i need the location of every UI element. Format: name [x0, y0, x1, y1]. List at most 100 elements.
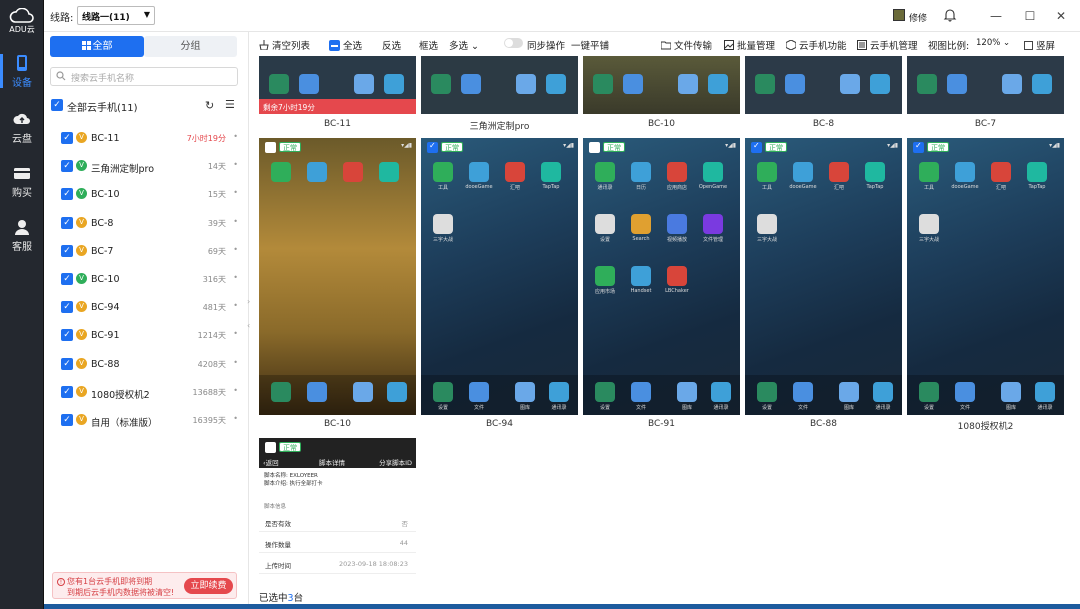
rail-item-buy[interactable]: 购买 [0, 160, 44, 202]
phone-checkbox[interactable] [265, 142, 276, 153]
tab-all[interactable]: 全部 [50, 36, 144, 57]
phone-card[interactable]: 正常 ▾◢▮ [259, 138, 416, 415]
more-dot-icon[interactable]: • [233, 414, 238, 423]
device-list-item[interactable]: ✓ V 1080授权机2 13688天 • [56, 382, 240, 402]
rail-item-cloud-disk[interactable]: 云盘 [0, 106, 44, 148]
device-checkbox[interactable]: ✓ [61, 301, 73, 314]
device-list-item[interactable]: ✓ V 自用（标准版） 16395天 • [56, 410, 240, 430]
cloud-func-label: 云手机功能 [799, 41, 847, 52]
maximize-button[interactable]: ☐ [1020, 6, 1040, 26]
device-list-item[interactable]: ✓ V BC-94 481天 • [56, 297, 240, 317]
renew-button[interactable]: 立即续费 [184, 578, 233, 594]
phone-card[interactable]: 正常 ▾◢▮ 通讯录 日历 应用商店 OpenGame 设置 Search 视频播放 文件管理… [583, 138, 740, 415]
portrait-checkbox[interactable]: 竖屏 [1024, 38, 1055, 52]
phone-card[interactable]: 正常 ▾◢▮ 工具 dooeGame 汇吧 TapTap 三宇大战设置 文件 图库 通讯录 [421, 138, 578, 415]
selected-count: 已选中3台 [259, 590, 303, 604]
device-checkbox[interactable]: ✓ [61, 273, 73, 285]
cloud-func-button[interactable]: 云手机功能 [786, 38, 847, 52]
phone-card-script[interactable]: 正常 ‹返回 脚本详情 分享脚本ID 脚本名称: EXLOYEER 脚本介绍: … [259, 438, 416, 576]
phone-card-top[interactable]: 剩余7小时19分 [259, 56, 416, 114]
phone-checkbox[interactable] [265, 442, 276, 453]
device-list-item[interactable]: ✓ V BC-8 39天 • [56, 213, 240, 233]
device-list-item[interactable]: ✓ V BC-10 15天 • [56, 184, 240, 204]
tile-button[interactable]: 一键平铺 [571, 38, 609, 52]
route-select[interactable]: 线路一(11) ▼ [77, 6, 155, 25]
device-checkbox[interactable]: ✓ [61, 216, 73, 229]
select-all-button[interactable]: 全选 [329, 38, 362, 52]
app-icon [757, 162, 777, 182]
device-checkbox[interactable]: ✓ [61, 329, 73, 342]
more-dot-icon[interactable]: • [233, 358, 238, 367]
phone-checkbox[interactable] [427, 141, 438, 153]
script-row-key: 是否有效 [265, 520, 291, 528]
phone-card-top[interactable] [583, 56, 740, 114]
device-checkbox[interactable]: ✓ [61, 132, 73, 144]
device-list-item[interactable]: ✓ V BC-88 4208天 • [56, 354, 240, 374]
more-dot-icon[interactable]: • [233, 160, 238, 169]
user-name[interactable]: 修修 [909, 11, 927, 24]
more-dot-icon[interactable]: • [233, 329, 238, 338]
device-name: BC-10 [91, 189, 120, 201]
dock-label: 文件 [959, 405, 970, 411]
app-icon [461, 74, 481, 94]
device-list-item[interactable]: ✓ V 三角洲定制pro 14天 • [56, 156, 240, 176]
phone-checkbox[interactable] [751, 141, 762, 153]
device-list-item[interactable]: ✓ V BC-11 7小时19分 • [56, 128, 240, 148]
phone-card[interactable]: 正常 ▾◢▮ 工具 dooeGame 汇吧 TapTap 三宇大战设置 文件 图库 通讯录 [745, 138, 902, 415]
bell-icon[interactable] [943, 8, 957, 22]
sort-icon[interactable]: ☰ [225, 98, 235, 111]
phone-caption: BC-91 [648, 419, 675, 429]
invert-button[interactable]: 反选 [382, 38, 401, 52]
more-dot-icon[interactable]: • [233, 188, 238, 197]
dock-app-icon [873, 382, 893, 402]
more-dot-icon[interactable]: • [233, 301, 238, 310]
sync-toggle[interactable] [504, 38, 523, 48]
device-checkbox[interactable]: ✓ [61, 357, 73, 370]
box-select-button[interactable]: 框选 [419, 38, 438, 52]
device-checkbox[interactable]: ✓ [61, 188, 73, 201]
phone-checkbox[interactable] [589, 142, 600, 153]
refresh-icon[interactable]: ↻ [205, 99, 214, 112]
minimize-button[interactable]: — [986, 6, 1006, 26]
multi-select-dropdown[interactable]: 多选 ⌄ [449, 38, 479, 52]
device-checkbox[interactable]: ✓ [61, 160, 73, 173]
rail-item-support[interactable]: 客服 [0, 214, 44, 256]
more-dot-icon[interactable]: • [233, 386, 238, 395]
collapse-handle[interactable]: › ‹ [247, 296, 255, 344]
tab-group[interactable]: 分组 [144, 36, 237, 57]
clear-list-button[interactable]: 清空列表 [259, 38, 310, 52]
rail-item-devices[interactable]: 设备 [0, 50, 44, 92]
device-list-item[interactable]: ✓ V BC-7 69天 • [56, 241, 240, 261]
vip-badge-icon: V [76, 132, 87, 143]
active-indicator [0, 54, 3, 88]
more-dot-icon[interactable]: • [233, 217, 238, 226]
app-label: 设置 [599, 237, 610, 243]
ratio-select[interactable]: 120% ⌄ [976, 38, 1010, 48]
device-checkbox[interactable]: ✓ [61, 244, 73, 257]
file-transfer-button[interactable]: 文件传输 [661, 38, 712, 52]
cloud-manage-button[interactable]: 云手机管理 [857, 38, 918, 52]
more-dot-icon[interactable]: • [233, 245, 238, 254]
batch-manage-button[interactable]: 批量管理 [724, 38, 775, 52]
dock-app-icon [793, 382, 813, 402]
close-button[interactable]: ✕ [1051, 6, 1071, 26]
device-list-item[interactable]: ✓ V BC-91 1214天 • [56, 325, 240, 345]
search-placeholder: 搜索云手机名称 [71, 74, 135, 84]
device-checkbox[interactable]: ✓ [61, 385, 73, 398]
avatar[interactable] [893, 9, 905, 21]
phone-card[interactable]: 正常 ▾◢▮ 工具 dooeGame 汇吧 TapTap 三宇大战设置 文件 图库 通讯录 [907, 138, 1064, 415]
more-dot-icon[interactable]: • [233, 132, 238, 141]
phone-card-top[interactable] [421, 56, 578, 114]
back-link[interactable]: ‹返回 [263, 457, 279, 467]
signal-icon: ▾◢▮ [725, 142, 736, 149]
phone-checkbox[interactable] [913, 141, 924, 153]
phone-card-top[interactable] [745, 56, 902, 114]
share-link[interactable]: 分享脚本ID [379, 457, 412, 467]
select-all-checkbox[interactable]: ✓ [51, 99, 63, 111]
more-dot-icon[interactable]: • [233, 273, 238, 282]
app-icon [919, 162, 939, 182]
device-checkbox[interactable]: ✓ [61, 414, 73, 426]
device-list-item[interactable]: ✓ V BC-10 316天 • [56, 269, 240, 289]
search-input[interactable]: 搜索云手机名称 [50, 67, 238, 86]
phone-card-top[interactable] [907, 56, 1064, 114]
